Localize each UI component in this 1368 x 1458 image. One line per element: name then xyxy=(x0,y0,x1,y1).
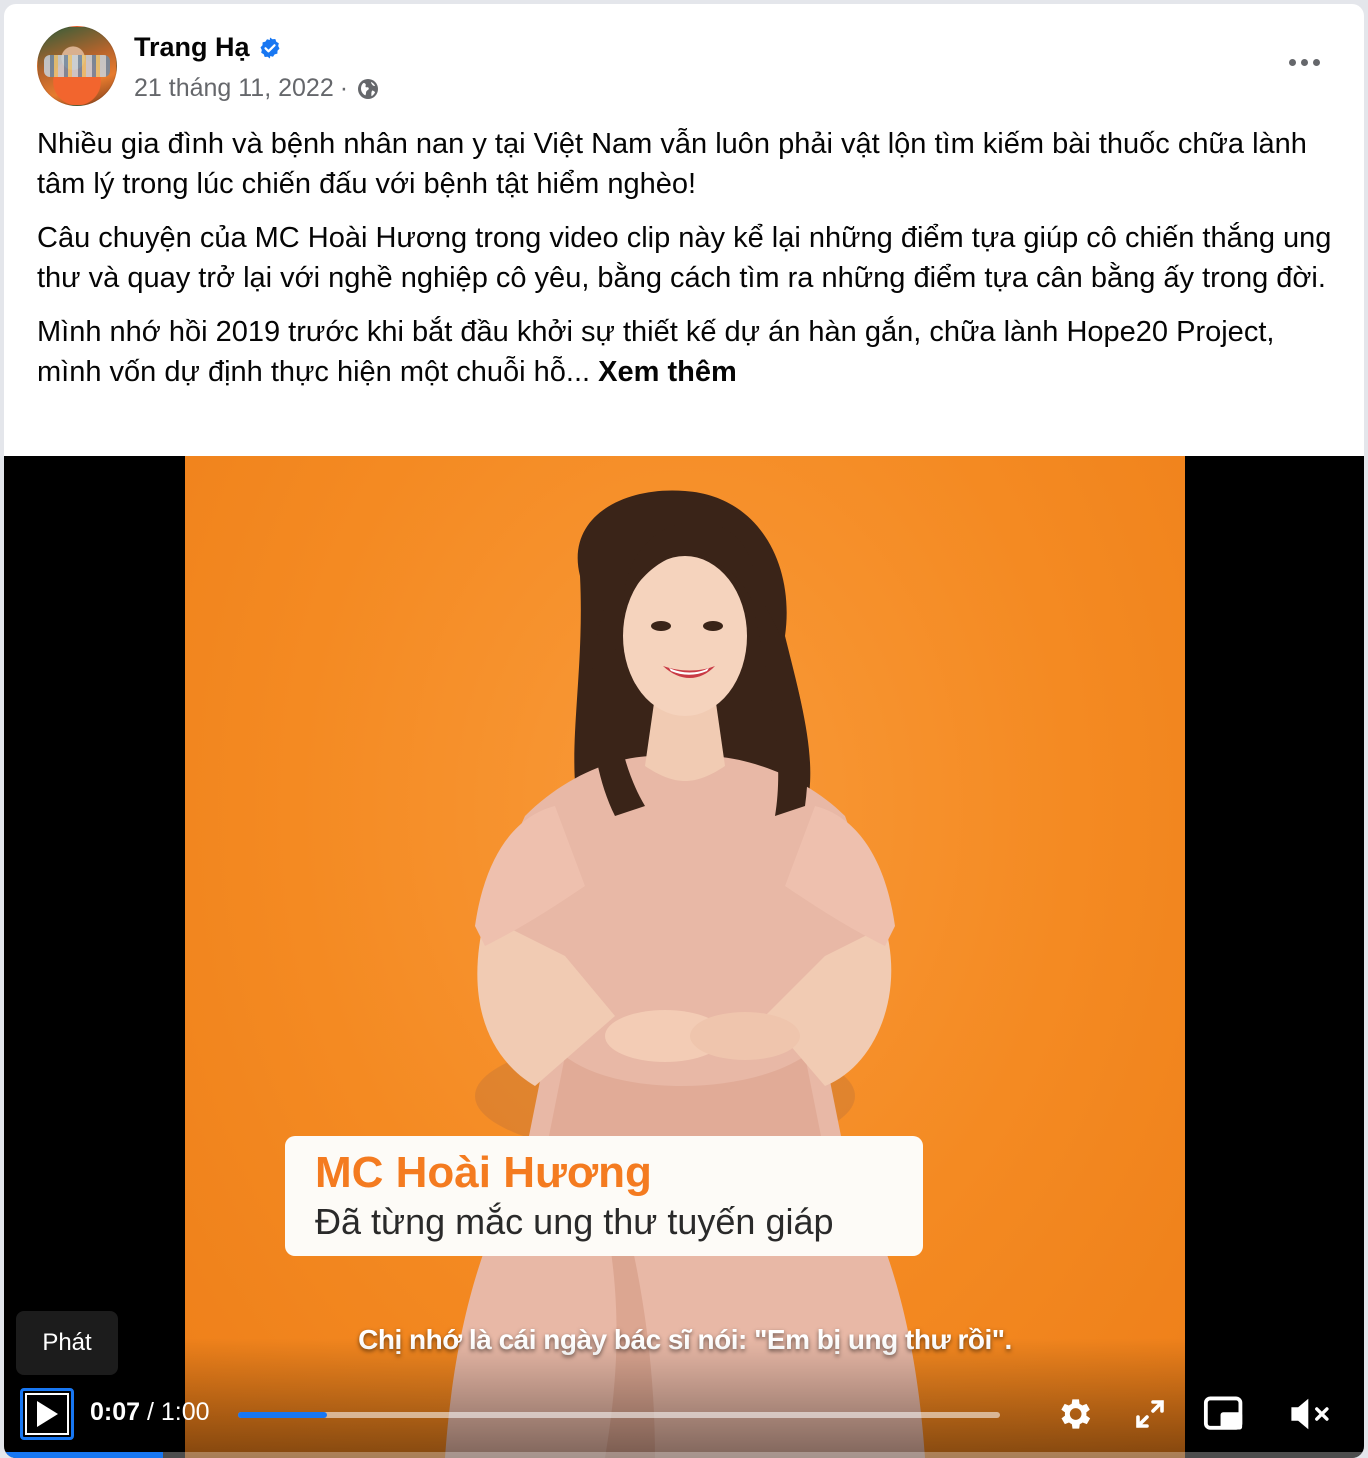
post-text: Nhiều gia đình và bệnh nhân nan y tại Vi… xyxy=(37,124,1337,406)
post-paragraph: Câu chuyện của MC Hoài Hương trong video… xyxy=(37,222,1332,294)
muted-speaker-icon xyxy=(1291,1398,1329,1430)
settings-button[interactable] xyxy=(1052,1392,1096,1436)
bottom-progress-fill xyxy=(4,1452,164,1458)
time-total: 1:00 xyxy=(160,1398,210,1426)
fullscreen-button[interactable] xyxy=(1128,1392,1172,1436)
caption-title: MC Hoài Hương xyxy=(315,1148,652,1197)
fullscreen-icon xyxy=(1136,1400,1164,1428)
video-frame[interactable]: MC Hoài Hương Đã từng mắc ung thư tuyến … xyxy=(185,456,1185,1458)
video-player[interactable]: MC Hoài Hương Đã từng mắc ung thư tuyến … xyxy=(4,456,1364,1458)
author-avatar[interactable] xyxy=(37,26,117,106)
time-display: 0:07 / 1:00 xyxy=(90,1398,210,1427)
scrubber-progress xyxy=(238,1412,328,1418)
post-card: Trang Hạ 21 tháng 11, 2022 · Nhiều gia đ… xyxy=(4,4,1364,1458)
author-name[interactable]: Trang Hạ xyxy=(134,32,250,63)
post-paragraph: Mình nhớ hồi 2019 trước khi bắt đầu khởi… xyxy=(37,312,1337,392)
time-current: 0:07 xyxy=(90,1398,141,1426)
more-dot xyxy=(1312,58,1320,66)
more-dot xyxy=(1288,58,1296,66)
settings-gear-icon xyxy=(1061,1399,1091,1429)
post-meta: 21 tháng 11, 2022 · xyxy=(134,74,380,103)
name-caption-box: MC Hoài Hương Đã từng mắc ung thư tuyến … xyxy=(285,1136,923,1256)
post-date[interactable]: 21 tháng 11, 2022 xyxy=(134,74,334,103)
play-button-inner xyxy=(25,1393,69,1435)
play-tooltip: Phát xyxy=(16,1311,118,1375)
author-row: Trang Hạ xyxy=(134,32,282,63)
time-separator: / xyxy=(147,1398,154,1426)
meta-separator: · xyxy=(339,74,349,102)
caption-subtitle: Đã từng mắc ung thư tuyến giáp xyxy=(315,1201,834,1242)
picture-in-picture-button[interactable] xyxy=(1202,1392,1246,1436)
avatar-pattern xyxy=(44,55,110,77)
woman-video-still xyxy=(445,490,925,1458)
video-scrubber[interactable] xyxy=(238,1412,1000,1418)
post-paragraph: Nhiều gia đình và bệnh nhân nan y tại Vi… xyxy=(37,128,1307,200)
globe-icon[interactable] xyxy=(356,77,380,101)
more-dot xyxy=(1300,58,1308,66)
mute-button[interactable] xyxy=(1288,1392,1332,1436)
see-more-link[interactable]: Xem thêm xyxy=(598,356,737,388)
play-icon xyxy=(37,1401,58,1427)
play-button[interactable] xyxy=(20,1388,74,1440)
bottom-progress-bar xyxy=(4,1452,1364,1458)
post-menu-button[interactable] xyxy=(1280,42,1328,82)
picture-in-picture-icon xyxy=(1203,1396,1243,1430)
verified-badge-icon xyxy=(260,37,280,58)
